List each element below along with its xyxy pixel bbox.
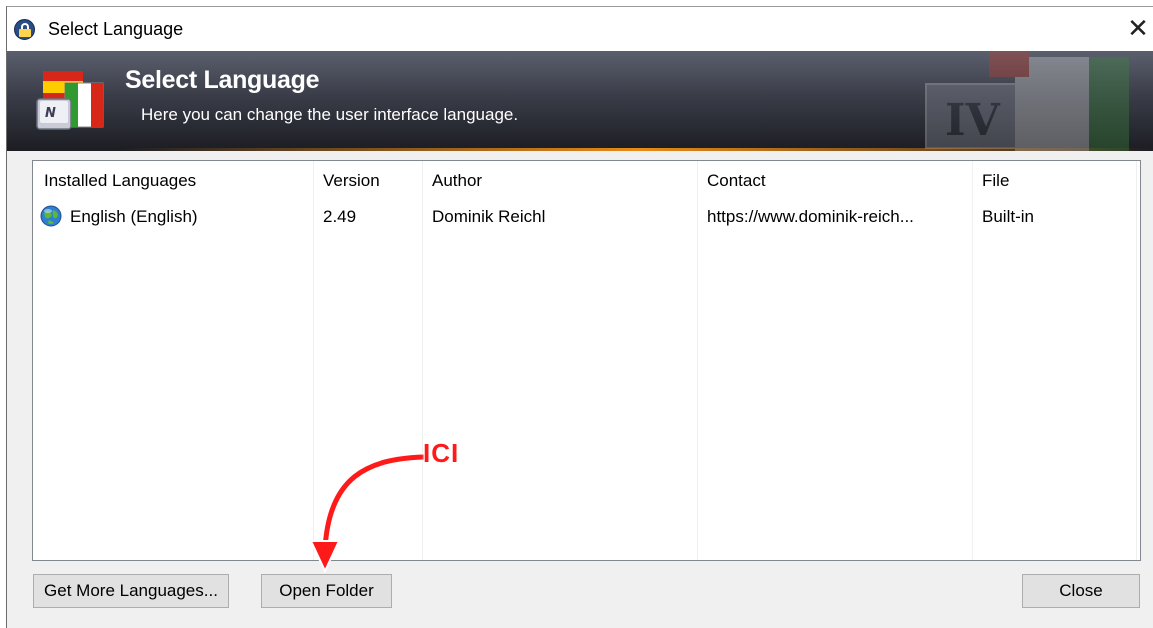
column-divider	[1136, 161, 1137, 560]
globe-icon	[40, 205, 62, 227]
banner-accent-line	[7, 148, 1153, 151]
column-header-installed-languages[interactable]: Installed Languages	[44, 171, 196, 191]
get-more-languages-button[interactable]: Get More Languages...	[33, 574, 229, 608]
column-header-author[interactable]: Author	[432, 171, 482, 191]
column-divider	[697, 161, 698, 560]
header-banner: IV N Select Language Here you can change…	[7, 51, 1153, 151]
banner-subtitle: Here you can change the user interface l…	[141, 105, 519, 124]
column-header-version[interactable]: Version	[323, 171, 380, 191]
keepass-lock-icon	[14, 19, 35, 40]
languages-list[interactable]: Installed Languages Version Author Conta…	[32, 160, 1141, 561]
row-contact: https://www.dominik-reich...	[707, 207, 914, 226]
title-bar[interactable]: Select Language ✕	[7, 7, 1153, 51]
row-author: Dominik Reichl	[432, 207, 546, 226]
column-header-contact[interactable]: Contact	[707, 171, 766, 191]
row-file: Built-in	[982, 207, 1034, 226]
banner-decoration-icon: IV	[907, 51, 1153, 151]
close-button[interactable]: Close	[1022, 574, 1140, 608]
row-language: English (English)	[70, 207, 198, 226]
svg-text:N: N	[45, 106, 56, 121]
column-divider	[972, 161, 973, 560]
annotation-arrow-icon	[309, 452, 428, 574]
row-version: 2.49	[323, 207, 357, 226]
close-window-icon[interactable]: ✕	[1125, 15, 1151, 43]
select-language-dialog: Select Language ✕ IV N Select Language H…	[6, 6, 1153, 628]
column-header-file[interactable]: File	[982, 171, 1009, 191]
banner-title: Select Language	[125, 66, 320, 94]
annotation-label: ICI	[423, 438, 460, 468]
language-flags-icon: N	[36, 71, 104, 130]
window-title: Select Language	[48, 19, 184, 39]
